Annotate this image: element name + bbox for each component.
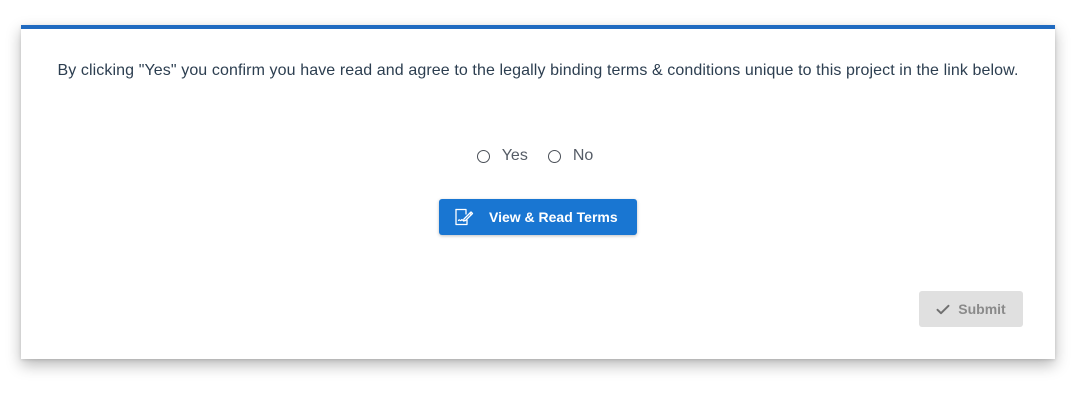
submit-label: Submit <box>958 301 1006 317</box>
consent-radio-group: Yes No <box>21 147 1055 165</box>
radio-yes-circle[interactable] <box>476 149 490 163</box>
radio-option-yes[interactable]: Yes <box>476 147 528 165</box>
document-edit-icon <box>454 207 474 227</box>
consent-message: By clicking "Yes" you confirm you have r… <box>57 62 1019 79</box>
radio-option-no[interactable]: No <box>547 147 594 165</box>
radio-no-circle[interactable] <box>547 149 561 163</box>
view-terms-button[interactable]: View & Read Terms <box>439 199 637 235</box>
submit-button[interactable]: Submit <box>919 291 1023 327</box>
view-terms-label: View & Read Terms <box>489 209 618 225</box>
radio-no-label: No <box>572 147 594 164</box>
terms-consent-card: By clicking "Yes" you confirm you have r… <box>21 25 1055 359</box>
check-icon <box>936 304 950 315</box>
radio-yes-label: Yes <box>501 147 528 164</box>
